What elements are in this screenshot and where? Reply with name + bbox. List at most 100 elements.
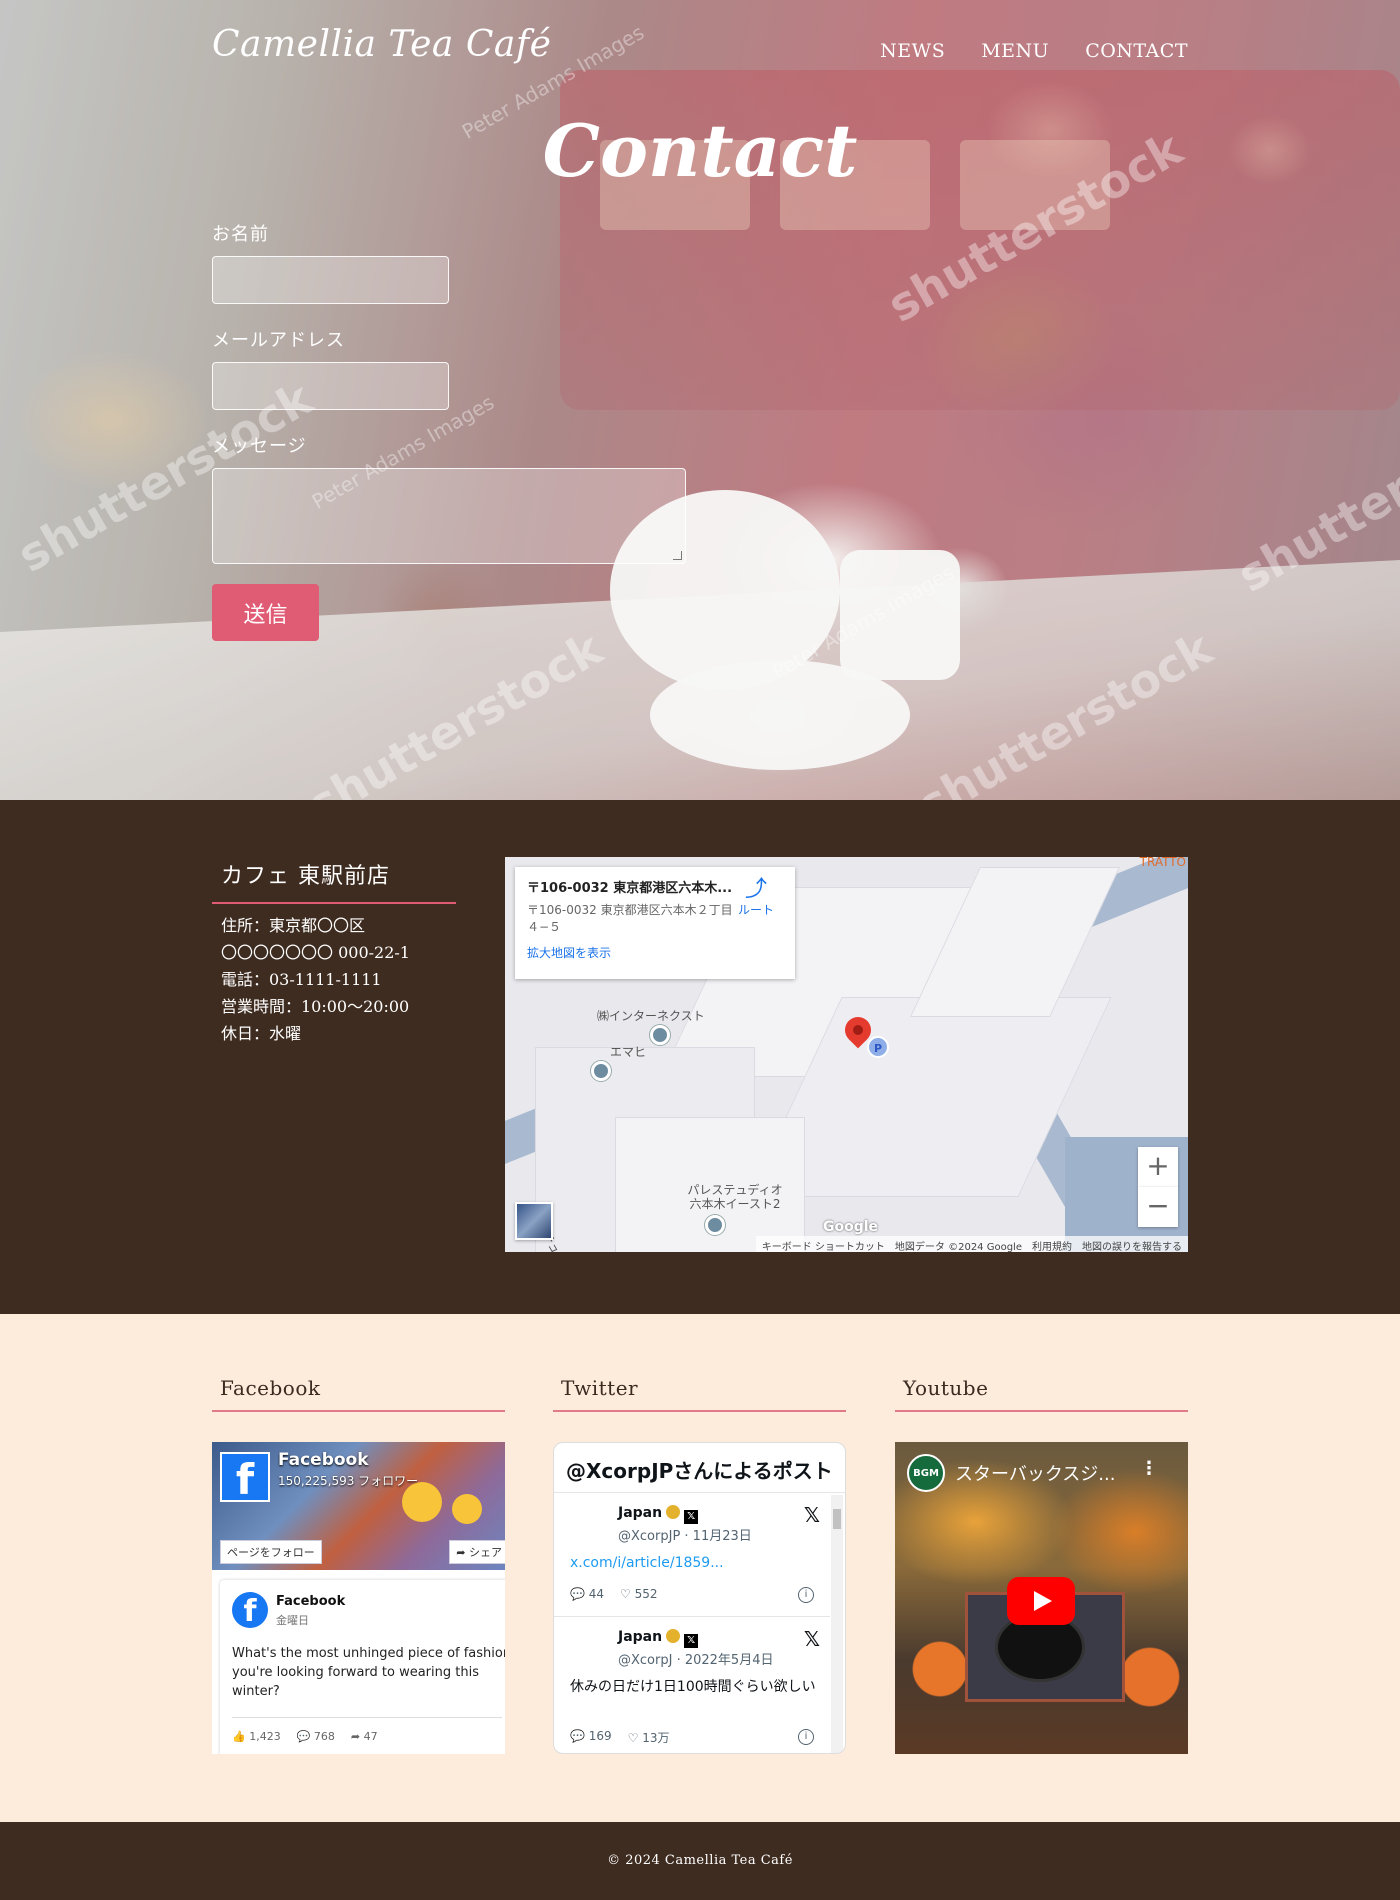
- facebook-logo-icon: f: [220, 1452, 270, 1504]
- map-poi-icon[interactable]: [650, 1025, 670, 1045]
- x-badge-icon: 𝕏: [684, 1634, 699, 1648]
- site-logo[interactable]: Camellia Tea Café: [212, 24, 551, 65]
- share-count[interactable]: ➦ 47: [351, 1730, 378, 1743]
- shop-details: 住所：東京都〇〇区 〇〇〇〇〇〇〇 000-22-1 電話：03-1111-11…: [212, 912, 456, 1047]
- reply-icon[interactable]: 💬 169: [570, 1729, 612, 1746]
- youtube-column: Youtube BGM スターバックスジ... ⋮: [895, 1376, 1188, 1754]
- shop-phone: 電話：03-1111-1111: [221, 970, 382, 989]
- facebook-embed[interactable]: f Facebook 150,225,593 フォロワー ページをフォロー ➦ …: [212, 1442, 505, 1754]
- page-title: Contact: [542, 108, 858, 193]
- tweet-handle: @XcorpJ · 2022年5月4日: [618, 1653, 774, 1668]
- emoji-icon: [452, 1494, 482, 1524]
- map-info-card: 〒106-0032 東京都港区六本木... 〒106-0032 東京都港区六本木…: [515, 867, 795, 979]
- facebook-page-name[interactable]: Facebook: [278, 1450, 369, 1470]
- social-section: Facebook f Facebook 150,225,593 フォロワー ペー…: [0, 1314, 1400, 1822]
- map-poi-icon[interactable]: [591, 1061, 611, 1081]
- facebook-follow-button[interactable]: ページをフォロー: [220, 1540, 322, 1564]
- facebook-post[interactable]: f Facebook 金曜日 What's the most unhinged …: [220, 1580, 505, 1754]
- tweet-author: Japan 𝕏: [618, 1505, 699, 1524]
- tweet[interactable]: Japan 𝕏 @XcorpJP · 11月23日 𝕏 x.com/i/artic…: [554, 1493, 830, 1617]
- like-count[interactable]: 👍 1,423: [232, 1730, 281, 1743]
- facebook-post-stats: 👍 1,423 💬 768 ➦ 47: [232, 1730, 378, 1743]
- map-layer-toggle[interactable]: [515, 1202, 553, 1240]
- twitter-embed[interactable]: @XcorpJPさんによるポスト Japan 𝕏 @XcorpJP · 11月23…: [553, 1442, 846, 1754]
- map-poi-icon[interactable]: [705, 1215, 725, 1235]
- map-label: ㈱インターネクスト: [597, 1009, 705, 1023]
- comment-count[interactable]: 💬 768: [297, 1730, 335, 1743]
- zoom-in-button[interactable]: +: [1138, 1147, 1178, 1187]
- facebook-post-author[interactable]: Facebook: [276, 1594, 345, 1609]
- map-data-credit: 地図データ ©2024 Google: [894, 1242, 1022, 1252]
- shop-info-section: カフェ 東駅前店 住所：東京都〇〇区 〇〇〇〇〇〇〇 000-22-1 電話：0…: [0, 800, 1400, 1314]
- tweet[interactable]: Japan 𝕏 @XcorpJ · 2022年5月4日 𝕏 休みの日だけ1日100…: [554, 1617, 830, 1753]
- tweet-text: 休みの日だけ1日100時間ぐらい欲しい: [570, 1679, 816, 1695]
- google-logo: Google: [823, 1219, 879, 1235]
- contact-form: お名前 メールアドレス メッセージ 送信: [212, 220, 692, 641]
- facebook-column: Facebook f Facebook 150,225,593 フォロワー ペー…: [212, 1376, 505, 1754]
- info-icon[interactable]: i: [798, 1587, 814, 1603]
- tweet-author: Japan 𝕏: [618, 1629, 699, 1648]
- copyright: © 2024 Camellia Tea Café: [607, 1853, 793, 1868]
- map-terms-link[interactable]: 利用規約: [1032, 1238, 1072, 1252]
- shop-hours: 営業時間：10:00〜20:00: [221, 997, 410, 1016]
- x-badge-icon: 𝕏: [684, 1510, 699, 1524]
- nav-contact[interactable]: CONTACT: [1085, 40, 1188, 62]
- message-label: メッセージ: [212, 436, 307, 457]
- verified-icon: [666, 1505, 681, 1519]
- site-header: Camellia Tea Café NEWS MENU CONTACT: [212, 24, 1188, 74]
- youtube-embed[interactable]: BGM スターバックスジ... ⋮: [895, 1442, 1188, 1754]
- parking-icon[interactable]: P: [867, 1036, 889, 1058]
- message-textarea[interactable]: [212, 468, 686, 564]
- youtube-video-title[interactable]: スターバックスジ...: [955, 1460, 1115, 1486]
- map-label: エマヒ: [610, 1045, 647, 1059]
- facebook-followers: 150,225,593 フォロワー: [278, 1474, 419, 1488]
- shop-info: カフェ 東駅前店 住所：東京都〇〇区 〇〇〇〇〇〇〇 000-22-1 電話：0…: [212, 858, 456, 1047]
- map-shortcuts-link[interactable]: キーボード ショートカット: [762, 1238, 885, 1252]
- twitter-column: Twitter @XcorpJPさんによるポスト Japan 𝕏 @XcorpJP…: [553, 1376, 846, 1754]
- like-icon[interactable]: ♡ 13万: [628, 1729, 670, 1746]
- shop-address-2: 〇〇〇〇〇〇〇 000-22-1: [221, 943, 410, 962]
- map-report-link[interactable]: 地図の誤りを報告する: [1082, 1238, 1182, 1252]
- shop-holiday: 休日：水曜: [221, 1024, 302, 1043]
- email-label: メールアドレス: [212, 330, 345, 351]
- facebook-cover: f Facebook 150,225,593 フォロワー ページをフォロー ➦ …: [212, 1442, 505, 1570]
- nav-news[interactable]: NEWS: [880, 40, 945, 62]
- google-map[interactable]: TRATTO 〒106-0032 東京都港区六本木... 〒106-0032 東…: [505, 857, 1188, 1252]
- route-button[interactable]: ⤴ ルート: [731, 879, 781, 918]
- submit-button[interactable]: 送信: [212, 584, 319, 641]
- map-corner-label: TRATTO: [1139, 857, 1186, 869]
- twitter-heading: Twitter: [553, 1376, 846, 1412]
- info-icon[interactable]: i: [798, 1729, 814, 1745]
- hero-section: shutterstock shutterstock shutterstock s…: [0, 0, 1400, 800]
- shop-title: カフェ 東駅前店: [212, 858, 456, 904]
- map-label: パレステュディオ 六本木イースト2: [687, 1183, 783, 1211]
- tweet-link[interactable]: x.com/i/article/1859...: [570, 1553, 820, 1573]
- map-footer: キーボード ショートカット 地図データ ©2024 Google 利用規約 地図…: [755, 1236, 1188, 1252]
- youtube-channel-icon[interactable]: BGM: [907, 1454, 945, 1492]
- verified-icon: [666, 1629, 681, 1643]
- like-icon[interactable]: ♡ 552: [620, 1587, 657, 1601]
- zoom-out-button[interactable]: −: [1138, 1187, 1178, 1227]
- more-options-icon[interactable]: ⋮: [1140, 1458, 1158, 1479]
- main-nav: NEWS MENU CONTACT: [880, 40, 1188, 62]
- email-input[interactable]: [212, 362, 449, 410]
- name-label: お名前: [212, 224, 269, 245]
- map-enlarge-link[interactable]: 拡大地図を表示: [527, 944, 783, 961]
- facebook-avatar: f: [232, 1592, 268, 1629]
- facebook-share-button[interactable]: ➦ シェア: [449, 1540, 505, 1564]
- map-card-address: 〒106-0032 東京都港区六本木２丁目４−５: [527, 903, 733, 934]
- tweet-actions: 💬 169 ♡ 13万: [570, 1729, 670, 1746]
- facebook-post-date: 金曜日: [276, 1614, 309, 1627]
- nav-menu[interactable]: MENU: [981, 40, 1049, 62]
- reply-icon[interactable]: 💬 44: [570, 1587, 604, 1601]
- shop-address-1: 住所：東京都〇〇区: [221, 916, 366, 935]
- twitter-scrollbar[interactable]: [831, 1495, 843, 1753]
- directions-icon: ⤴: [744, 877, 767, 902]
- facebook-heading: Facebook: [212, 1376, 505, 1412]
- play-button-icon[interactable]: [1007, 1577, 1075, 1625]
- name-input[interactable]: [212, 256, 449, 304]
- map-card-title: 〒106-0032 東京都港区六本木...: [527, 881, 733, 896]
- x-logo-icon: 𝕏: [803, 1627, 820, 1651]
- x-logo-icon: 𝕏: [803, 1503, 820, 1527]
- facebook-post-text: What's the most unhinged piece of fashio…: [232, 1646, 505, 1699]
